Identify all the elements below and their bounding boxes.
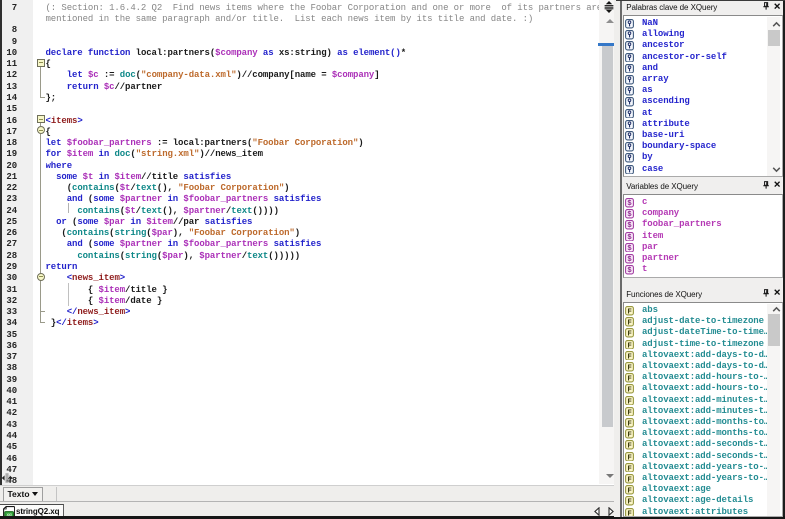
svg-text:F: F — [628, 331, 633, 338]
svg-text:$: $ — [628, 267, 633, 274]
svg-text:F: F — [628, 342, 633, 349]
svg-text:$: $ — [628, 256, 633, 263]
svg-text:$: $ — [628, 200, 633, 207]
svg-text:F: F — [628, 420, 633, 427]
svg-text:F: F — [628, 454, 633, 461]
svg-text:F: F — [628, 353, 633, 360]
svg-text:F: F — [628, 308, 633, 315]
svg-text:$: $ — [628, 245, 633, 252]
svg-text:F: F — [628, 398, 633, 405]
svg-text:F: F — [628, 476, 633, 483]
svg-text:$: $ — [628, 234, 633, 241]
svg-text:F: F — [628, 364, 633, 371]
svg-text:F: F — [628, 488, 633, 495]
svg-text:F: F — [628, 432, 633, 439]
svg-text:F: F — [628, 510, 633, 517]
svg-text:F: F — [628, 387, 633, 394]
svg-text:$: $ — [628, 223, 633, 230]
svg-text:F: F — [628, 499, 633, 506]
svg-text:$: $ — [628, 211, 633, 218]
svg-text:F: F — [628, 465, 633, 472]
svg-text:F: F — [628, 443, 633, 450]
svg-text:F: F — [628, 320, 633, 327]
svg-text:F: F — [628, 409, 633, 416]
svg-text:F: F — [628, 376, 633, 383]
